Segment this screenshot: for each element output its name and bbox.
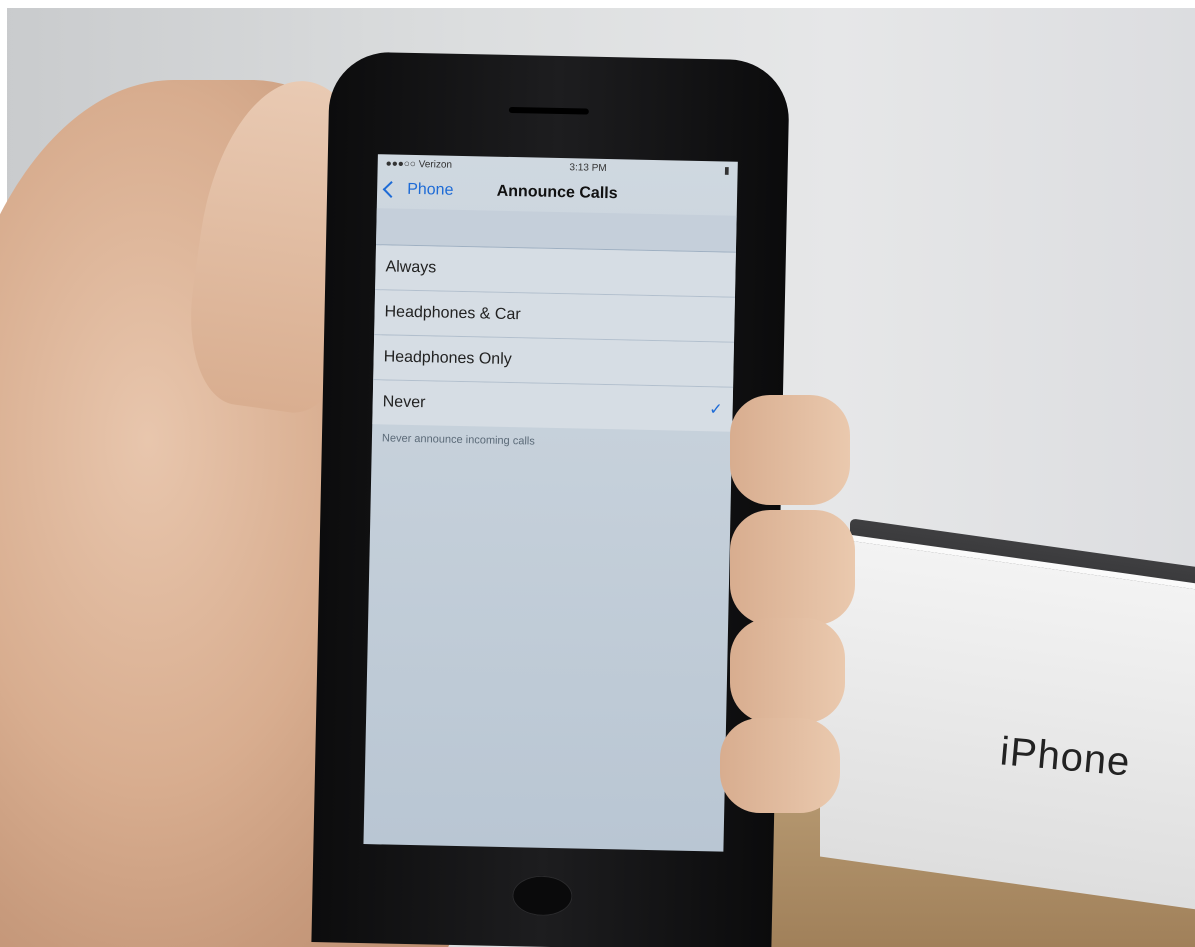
time-label: 3:13 PM [569, 161, 607, 174]
option-label: Headphones & Car [384, 303, 521, 324]
finger [730, 395, 850, 505]
option-headphones-car[interactable]: Headphones & Car [374, 290, 735, 343]
finger [730, 618, 845, 723]
carrier-label: ●●●○○ Verizon [385, 157, 453, 171]
finger [730, 510, 855, 625]
finger [720, 718, 840, 813]
earpiece-speaker [508, 106, 589, 115]
phone-screen: ●●●○○ Verizon 3:13 PM ▮ Phone Announce C… [363, 154, 738, 852]
photo-scene: iPhone ●●●○○ Verizon 3:13 PM ▮ Phone Ann… [0, 0, 1195, 947]
iphone-box [820, 530, 1195, 916]
option-always[interactable]: Always [375, 245, 736, 298]
option-label: Always [385, 258, 437, 277]
option-headphones-only[interactable]: Headphones Only [373, 335, 735, 388]
home-button[interactable] [511, 875, 573, 917]
navigation-bar: Phone Announce Calls [377, 172, 738, 216]
option-never[interactable]: Never ✓ [372, 380, 734, 432]
option-label: Headphones Only [383, 348, 512, 369]
checkmark-icon: ✓ [709, 401, 723, 419]
options-list: Always Headphones & Car Headphones Only … [372, 245, 736, 432]
option-label: Never [382, 393, 426, 412]
border-top [0, 0, 1195, 8]
iphone-device: ●●●○○ Verizon 3:13 PM ▮ Phone Announce C… [311, 51, 790, 947]
page-title: Announce Calls [496, 182, 618, 203]
battery-icon: ▮ [723, 164, 730, 177]
